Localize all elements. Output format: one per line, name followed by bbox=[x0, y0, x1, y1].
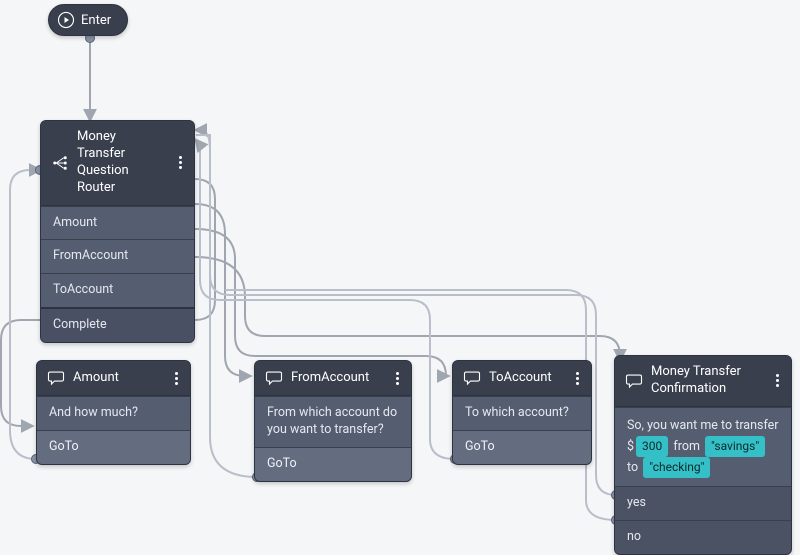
toaccount-title: ToAccount bbox=[489, 370, 563, 387]
menu-icon[interactable] bbox=[174, 156, 186, 169]
chat-icon bbox=[625, 372, 643, 390]
branch-icon bbox=[51, 154, 69, 172]
chip-to: "checking" bbox=[643, 457, 710, 478]
chat-icon bbox=[47, 369, 65, 387]
fromaccount-node[interactable]: FromAccount From which account do you wa… bbox=[254, 360, 412, 482]
router-row-amount[interactable]: Amount bbox=[41, 206, 194, 240]
menu-icon[interactable] bbox=[571, 372, 583, 385]
amount-node[interactable]: Amount And how much? GoTo bbox=[36, 360, 191, 465]
confirmation-node[interactable]: Money Transfer Confirmation So, you want… bbox=[614, 355, 792, 555]
amount-title: Amount bbox=[73, 370, 162, 387]
amount-goto[interactable]: GoTo bbox=[37, 430, 190, 464]
toaccount-header[interactable]: ToAccount bbox=[453, 361, 591, 396]
router-row-toaccount[interactable]: ToAccount bbox=[41, 273, 194, 307]
toaccount-node[interactable]: ToAccount To which account? GoTo bbox=[452, 360, 592, 465]
menu-icon[interactable] bbox=[170, 372, 182, 385]
router-header[interactable]: Money Transfer Question Router bbox=[41, 121, 194, 206]
amount-body: And how much? bbox=[37, 396, 190, 430]
toaccount-body: To which account? bbox=[453, 396, 591, 430]
fromaccount-title: FromAccount bbox=[291, 370, 383, 387]
confirmation-body: So, you want me to transfer $300 from "s… bbox=[615, 407, 791, 486]
chip-amount: 300 bbox=[636, 436, 668, 457]
chip-from: "savings" bbox=[705, 436, 765, 457]
fromaccount-goto[interactable]: GoTo bbox=[255, 447, 411, 481]
confirmation-header[interactable]: Money Transfer Confirmation bbox=[615, 356, 791, 407]
router-row-complete[interactable]: Complete bbox=[41, 307, 194, 342]
play-circle-icon bbox=[57, 11, 75, 29]
enter-node[interactable]: Enter bbox=[48, 4, 128, 36]
chat-icon bbox=[265, 369, 283, 387]
menu-icon[interactable] bbox=[771, 374, 783, 387]
amount-header[interactable]: Amount bbox=[37, 361, 190, 396]
fromaccount-body: From which account do you want to transf… bbox=[255, 396, 411, 447]
router-title: Money Transfer Question Router bbox=[77, 129, 166, 197]
toaccount-goto[interactable]: GoTo bbox=[453, 430, 591, 464]
confirmation-title: Money Transfer Confirmation bbox=[651, 364, 763, 398]
confirmation-row-yes[interactable]: yes bbox=[615, 486, 791, 520]
router-row-fromaccount[interactable]: FromAccount bbox=[41, 239, 194, 273]
enter-label: Enter bbox=[81, 13, 111, 28]
router-node[interactable]: Money Transfer Question Router Amount Fr… bbox=[40, 120, 195, 343]
chat-icon bbox=[463, 369, 481, 387]
menu-icon[interactable] bbox=[391, 372, 403, 385]
fromaccount-header[interactable]: FromAccount bbox=[255, 361, 411, 396]
